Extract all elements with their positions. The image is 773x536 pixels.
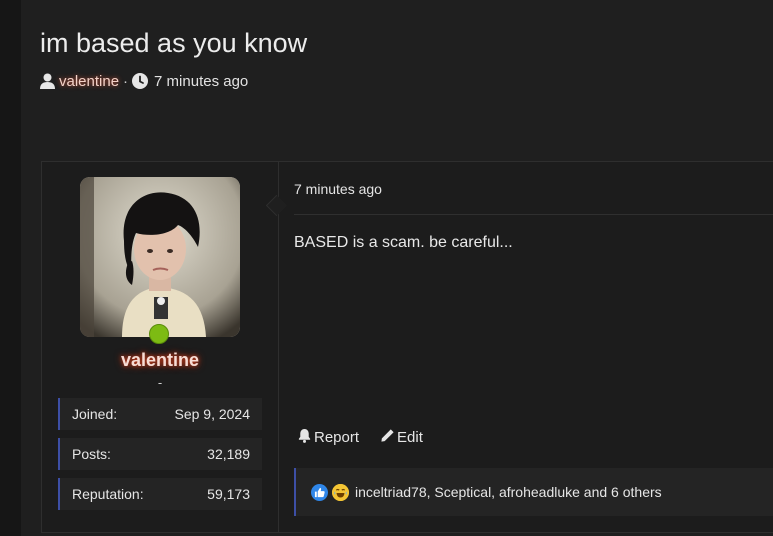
reactions-bar: inceltriad78, Sceptical, afroheadluke an… xyxy=(294,468,773,516)
clock-icon xyxy=(132,73,149,89)
post-user-column: valentine - Joined: Sep 9, 2024 Posts: 3… xyxy=(42,162,279,532)
post-time[interactable]: 7 minutes ago xyxy=(294,181,382,197)
online-status-indicator xyxy=(149,324,169,344)
stat-reputation: Reputation: 59,173 xyxy=(58,478,262,510)
stat-label: Reputation: xyxy=(72,486,144,502)
user-title: - xyxy=(157,375,163,390)
thread-title: im based as you know xyxy=(40,28,308,58)
stat-label: Joined: xyxy=(72,406,118,422)
stat-value: 32,189 xyxy=(207,446,250,462)
avatar[interactable] xyxy=(80,177,240,337)
pencil-icon xyxy=(380,428,397,447)
stat-label: Posts: xyxy=(72,446,111,462)
left-sidebar-rail xyxy=(0,0,21,536)
laugh-icon xyxy=(332,483,349,501)
report-button[interactable]: Report xyxy=(297,428,359,447)
thread-time[interactable]: 7 minutes ago xyxy=(154,73,248,90)
report-label: Report xyxy=(314,429,360,446)
stat-value: 59,173 xyxy=(207,486,250,502)
meta-separator: · xyxy=(123,72,129,90)
edit-label: Edit xyxy=(397,429,423,446)
stat-value: Sep 9, 2024 xyxy=(174,406,250,422)
like-icon xyxy=(311,483,328,501)
post-username[interactable]: valentine xyxy=(42,350,278,371)
reaction-users-link[interactable]: inceltriad78, Sceptical, afroheadluke an… xyxy=(355,484,662,500)
thread-meta: valentine · 7 minutes ago xyxy=(40,71,248,91)
edit-button[interactable]: Edit xyxy=(380,428,423,447)
post-body: BASED is a scam. be careful... xyxy=(294,234,513,251)
post-actions: Report Edit xyxy=(297,428,444,447)
stat-posts: Posts: 32,189 xyxy=(58,438,262,470)
post: valentine - Joined: Sep 9, 2024 Posts: 3… xyxy=(41,161,773,533)
post-header-divider xyxy=(294,214,773,215)
user-icon xyxy=(40,73,55,89)
stat-joined: Joined: Sep 9, 2024 xyxy=(58,398,262,430)
thread-author-link[interactable]: valentine xyxy=(59,73,119,90)
bell-icon xyxy=(297,428,314,447)
